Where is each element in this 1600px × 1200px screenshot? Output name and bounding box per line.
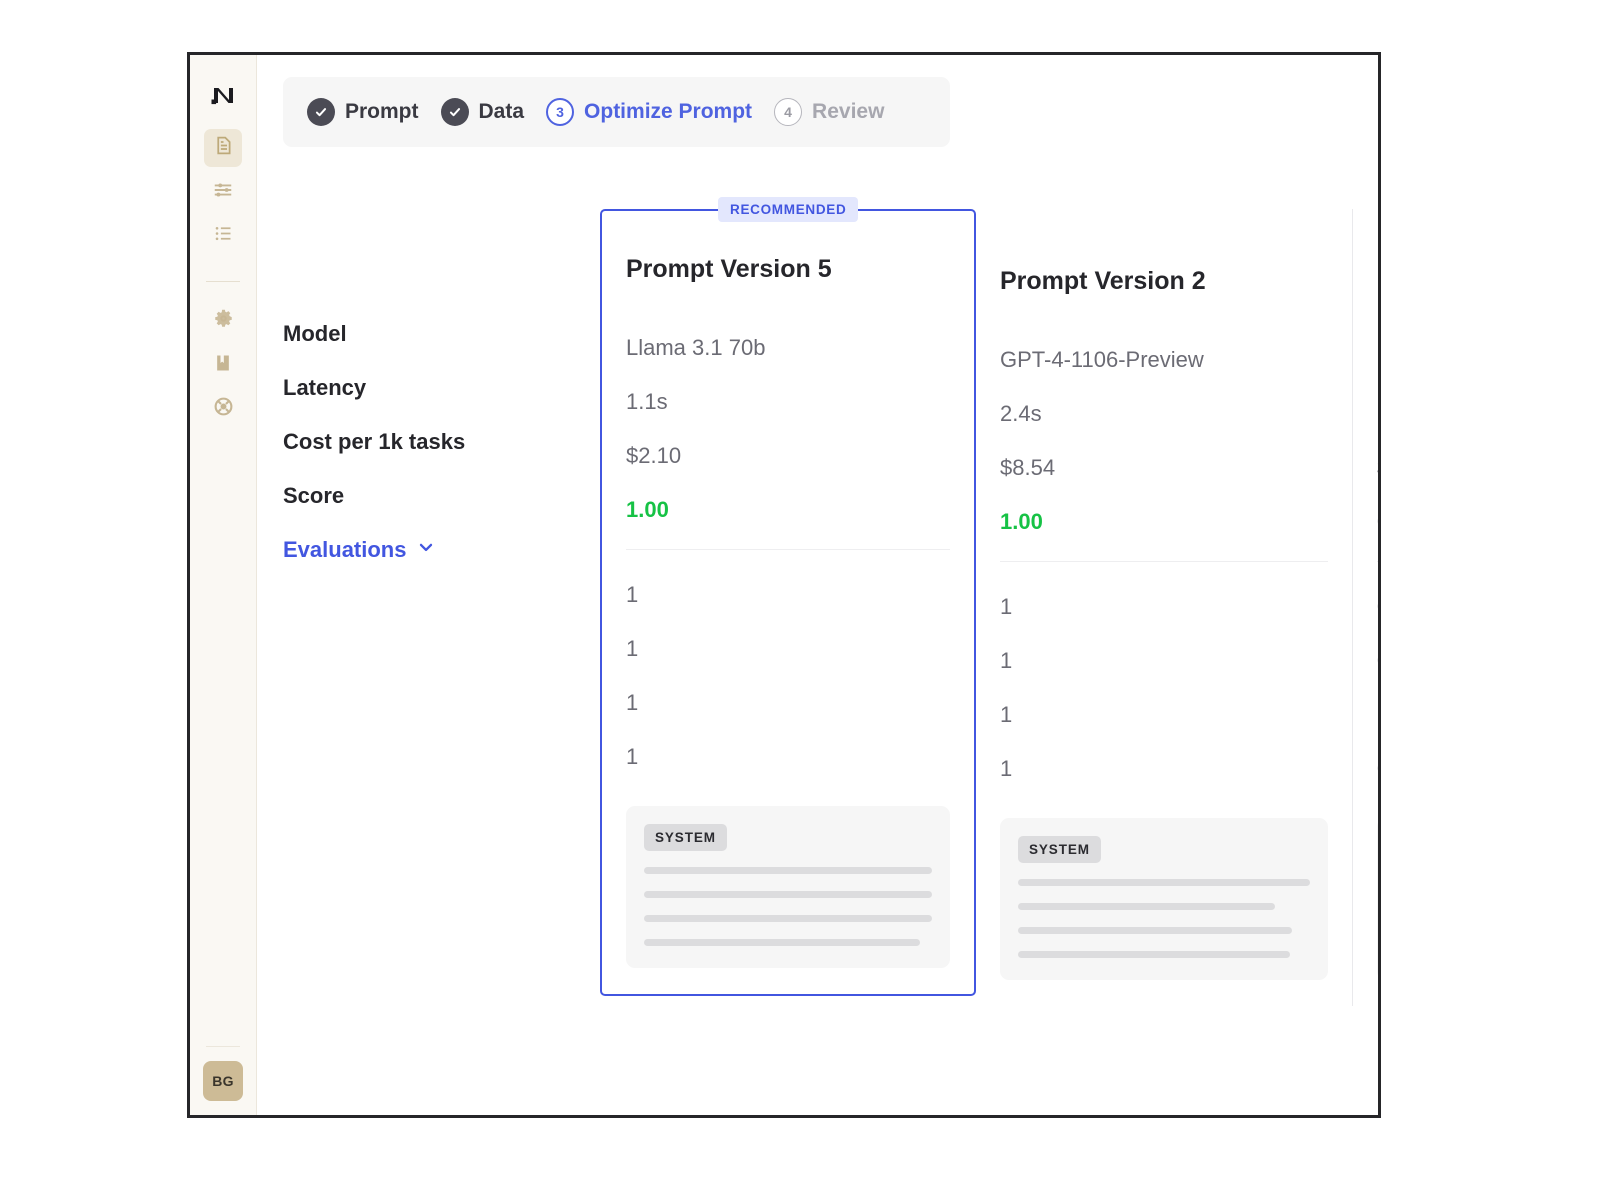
system-badge: SYSTEM [644, 824, 727, 851]
evaluation-values: 1 1 1 1 [626, 568, 950, 784]
row-label-latency: Latency [283, 375, 367, 400]
evaluation-value: 0.66 [1377, 634, 1378, 688]
card-divider [1377, 561, 1378, 562]
step-review-label: Review [812, 100, 885, 123]
sidebar-item-docs[interactable] [204, 346, 242, 384]
evaluation-value: 1 [1000, 648, 1013, 673]
metric-cost: $2.10 [626, 443, 682, 468]
evaluation-values: 0.64 0.66 1 0.95 [1377, 580, 1378, 796]
system-badge: SYSTEM [1018, 836, 1101, 863]
step-optimize-prompt-label: Optimize Prompt [584, 100, 753, 123]
row-label-cost: Cost per 1k tasks [283, 429, 466, 454]
skeleton-line [644, 939, 921, 946]
card-metrics: Llama 3.1 70b 1.1s $2.10 1.00 [626, 321, 950, 537]
row-label-model: Model [283, 321, 347, 346]
check-icon [440, 98, 469, 126]
prompt-preview-panel[interactable]: SYSTEM [1000, 818, 1328, 980]
card-title: Prompt Version 1 [1377, 255, 1378, 307]
metric-model: GPT-4-1106-Preview [1000, 347, 1204, 372]
app-window: BG Prompt Data 3 Optimize Prompt 4 Revie… [187, 52, 1381, 1118]
sidebar-item-settings[interactable] [204, 302, 242, 340]
step-optimize-prompt[interactable]: 3 Optimize Prompt [546, 98, 752, 126]
check-icon [307, 98, 335, 126]
chevron-down-icon [416, 537, 436, 563]
evaluation-value: 1 [626, 636, 639, 661]
avatar[interactable]: BG [203, 1061, 243, 1101]
row-label-score: Score [283, 483, 345, 508]
step-prompt-label: Prompt [345, 100, 419, 123]
step-number-badge: 3 [546, 98, 575, 126]
evaluation-values: 1 1 1 1 [1000, 580, 1328, 796]
screenshot-root: BG Prompt Data 3 Optimize Prompt 4 Revie… [0, 0, 1600, 1200]
prompt-preview-panel[interactable]: SYSTEM [626, 806, 950, 968]
lifebuoy-icon [213, 396, 234, 422]
list-icon [213, 223, 234, 249]
evaluation-value: 0.95 [1377, 742, 1378, 796]
card-divider [626, 549, 950, 550]
metric-latency: 2.4s [1000, 401, 1042, 426]
card-metrics: GPT-4-0613 2.31s $6.11 0.72 [1377, 333, 1378, 549]
evaluation-value: 1 [626, 744, 639, 769]
sidebar-item-help[interactable] [204, 390, 242, 428]
evaluation-value: 0.64 [1377, 580, 1378, 634]
sidebar: BG [190, 55, 257, 1115]
prompt-version-card[interactable]: RECOMMENDED Prompt Version 5 Llama 3.1 7… [600, 197, 976, 996]
book-icon [213, 353, 233, 378]
step-review[interactable]: 4 Review [774, 98, 884, 126]
sidebar-item-documents[interactable] [204, 129, 242, 167]
metric-cost: $6.11 [1377, 441, 1378, 495]
metric-model: Llama 3.1 70b [626, 335, 766, 360]
evaluation-value: 1 [626, 582, 639, 607]
sliders-icon [212, 179, 234, 206]
skeleton-line [1018, 879, 1310, 886]
prompt-skeleton-lines [644, 867, 932, 946]
metric-cost: $8.54 [1000, 455, 1056, 480]
evaluation-value: 1 [1377, 688, 1378, 742]
skeleton-line [1018, 903, 1275, 910]
prompt-skeleton-lines [1018, 879, 1310, 958]
metric-score: 1.00 [1000, 509, 1043, 534]
evaluations-label: Evaluations [283, 537, 407, 562]
step-data[interactable]: Data [440, 98, 525, 126]
prompt-comparison: Model Latency Cost per 1k tasks Score Ev… [257, 195, 1378, 1115]
step-prompt[interactable]: Prompt [307, 98, 419, 126]
card-metrics: GPT-4-1106-Preview 2.4s $8.54 1.00 [1000, 333, 1328, 549]
sidebar-bottom-divider [206, 1046, 240, 1047]
document-icon [213, 135, 234, 161]
skeleton-line [1018, 927, 1293, 934]
evaluation-value: 1 [626, 690, 639, 715]
main-content: Prompt Data 3 Optimize Prompt 4 Review M… [257, 55, 1378, 1115]
metric-score: 1.00 [626, 497, 669, 522]
metric-label-column: Model Latency Cost per 1k tasks Score Ev… [283, 307, 533, 577]
prompt-version-card[interactable]: Prompt Version 1 GPT-4-0613 2.31s $6.11 … [1352, 209, 1378, 1006]
prompt-preview-panel[interactable]: SYSTEM [1377, 818, 1378, 980]
step-number-badge: 4 [774, 98, 803, 126]
step-data-label: Data [478, 100, 525, 123]
skeleton-line [644, 915, 932, 922]
sidebar-item-lists[interactable] [204, 217, 242, 255]
evaluation-value: 1 [1000, 756, 1013, 781]
metric-model: GPT-4-0613 [1377, 333, 1378, 387]
sidebar-divider [206, 281, 240, 282]
evaluation-value: 1 [1000, 594, 1013, 619]
app-logo[interactable] [203, 75, 243, 115]
wizard-stepper: Prompt Data 3 Optimize Prompt 4 Review [283, 77, 950, 147]
sidebar-item-tuning[interactable] [204, 173, 242, 211]
skeleton-line [644, 867, 932, 874]
evaluations-toggle[interactable]: Evaluations [283, 523, 533, 577]
evaluation-value: 1 [1000, 702, 1013, 727]
gear-icon [213, 308, 234, 334]
card-title: Prompt Version 2 [1000, 266, 1206, 295]
skeleton-line [1018, 951, 1290, 958]
recommended-badge: RECOMMENDED [718, 197, 859, 222]
metric-score: 0.72 [1377, 495, 1378, 549]
card-divider [1000, 561, 1328, 562]
card-title: Prompt Version 5 [626, 254, 832, 283]
skeleton-line [644, 891, 932, 898]
prompt-version-cards: RECOMMENDED Prompt Version 5 Llama 3.1 7… [600, 195, 1378, 1006]
metric-latency: 1.1s [626, 389, 668, 414]
metric-latency: 2.31s [1377, 387, 1378, 441]
prompt-version-card[interactable]: Prompt Version 2 GPT-4-1106-Preview 2.4s… [976, 209, 1352, 1006]
